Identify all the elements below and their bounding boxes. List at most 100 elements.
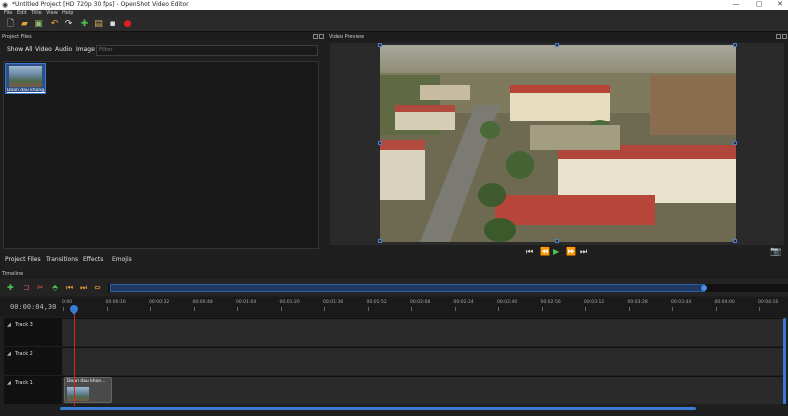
playhead-line	[74, 310, 75, 406]
track-lane[interactable]	[63, 348, 783, 375]
jump-end-icon[interactable]: ⏭	[580, 247, 587, 257]
ruler-tick-mark	[63, 307, 64, 311]
close-button[interactable]: ✕	[772, 0, 788, 10]
resize-handle[interactable]	[733, 43, 737, 47]
tab-video[interactable]: Video	[35, 46, 52, 54]
previous-marker-icon[interactable]: ⏮	[66, 283, 73, 293]
ruler-tick-mark	[498, 307, 499, 311]
menu-edit[interactable]: Edit	[17, 10, 27, 17]
zoom-slider-handle[interactable]	[701, 285, 707, 291]
project-file-item[interactable]: Doan dau khong...	[5, 63, 46, 94]
track-header[interactable]: ◢ Track 3	[4, 319, 62, 346]
ruler-tick-label: 00:02:24	[453, 300, 474, 305]
add-marker-icon[interactable]: ⬘	[52, 283, 58, 293]
track-menu-icon[interactable]: ◢	[7, 351, 11, 357]
add-track-icon[interactable]: ✚	[7, 283, 14, 293]
timeline-dock-title: Timeline	[0, 270, 788, 278]
ruler-tick-mark	[280, 307, 282, 311]
center-timeline-icon[interactable]: ⇔	[94, 283, 101, 293]
preview-close-icon[interactable]	[782, 34, 787, 39]
window-title: *Untitled Project [HD 720p 30 fps] - Ope…	[12, 1, 189, 8]
save-project-icon[interactable]: ▣	[33, 19, 44, 30]
track-name: Track 2	[15, 351, 33, 357]
menu-title[interactable]: Title	[31, 10, 42, 17]
track-name: Track 3	[15, 322, 33, 328]
undo-icon[interactable]: ↶	[49, 19, 60, 30]
dock-close-icon[interactable]	[319, 34, 324, 39]
camera-icon[interactable]: 📷	[770, 247, 781, 257]
import-files-icon[interactable]: ✚	[79, 19, 90, 30]
track-header[interactable]: ◢ Track 1	[4, 377, 62, 404]
ruler-tick-mark	[454, 307, 456, 311]
preview-float-icon[interactable]	[776, 34, 781, 39]
ruler-tick-label: 00:03:28	[627, 300, 648, 305]
track-row: ◢ Track 3	[4, 318, 784, 346]
jump-start-icon[interactable]: ⏮	[526, 247, 533, 257]
ruler-tick-mark	[367, 307, 369, 311]
track-header[interactable]: ◢ Track 2	[4, 348, 62, 375]
timecode-display: 00:00:04,30	[10, 303, 57, 311]
resize-handle[interactable]	[378, 239, 382, 243]
ruler-tick-mark	[715, 307, 717, 311]
track-lane[interactable]	[63, 377, 783, 404]
open-project-icon[interactable]: ▰	[19, 19, 30, 30]
zoom-slider-range[interactable]	[110, 284, 705, 292]
resize-handle[interactable]	[378, 141, 382, 145]
rewind-icon[interactable]: ⏪	[540, 247, 550, 257]
tab-project-files[interactable]: Project Files	[5, 256, 41, 264]
ruler-tick-label: 00:02:08	[410, 300, 431, 305]
tab-show-all[interactable]: Show All	[7, 46, 33, 54]
resize-handle[interactable]	[555, 43, 559, 47]
new-project-icon[interactable]: 🗋	[5, 19, 16, 30]
main-toolbar: 🗋 ▰ ▣ ↶ ↷ ✚ ▤ ▪ ●	[0, 17, 788, 32]
timeline-clip[interactable]: Doan dau khon...	[64, 377, 112, 403]
video-preview-dock-title: Video Preview	[327, 33, 788, 41]
resize-handle[interactable]	[733, 239, 737, 243]
redo-icon[interactable]: ↷	[63, 19, 74, 30]
track-menu-icon[interactable]: ◢	[7, 322, 11, 328]
project-files-dock-title: Project Files	[0, 33, 326, 41]
menu-help[interactable]: Help	[62, 10, 73, 17]
ruler-tick-mark	[106, 307, 108, 311]
next-marker-icon[interactable]: ⏭	[80, 283, 87, 293]
video-frame[interactable]	[380, 45, 736, 242]
export-video-icon[interactable]: ●	[122, 19, 133, 30]
razor-icon[interactable]: ✂	[37, 283, 44, 293]
menu-file[interactable]: File	[4, 10, 12, 17]
ruler-tick-mark	[150, 307, 151, 311]
ruler-tick-label: 00:01:04	[236, 300, 257, 305]
file-name: Doan dau khong...	[7, 88, 45, 93]
tab-effects[interactable]: Effects	[83, 256, 103, 264]
resize-handle[interactable]	[378, 43, 382, 47]
tab-audio[interactable]: Audio	[55, 46, 72, 54]
resize-handle[interactable]	[733, 141, 737, 145]
track-menu-icon[interactable]: ◢	[7, 380, 11, 386]
ruler-tick-mark	[759, 307, 760, 311]
tab-image[interactable]: Image	[76, 46, 95, 54]
ruler-tick-mark	[541, 307, 543, 311]
track-row: ◢ Track 1	[4, 376, 784, 404]
horizontal-scrollbar[interactable]	[60, 407, 696, 410]
snapping-icon[interactable]: ⊐	[23, 283, 30, 293]
profile-icon[interactable]: ▤	[93, 19, 104, 30]
filter-input[interactable]: Filter	[96, 45, 318, 56]
dock-float-icon[interactable]	[313, 34, 318, 39]
menu-view[interactable]: View	[46, 10, 58, 17]
track-lane[interactable]	[63, 319, 783, 346]
vertical-scrollbar[interactable]	[783, 318, 786, 404]
ruler-tick-label: 00:04:00	[714, 300, 735, 305]
minimize-button[interactable]: —	[728, 0, 744, 10]
maximize-button[interactable]: ▢	[751, 0, 767, 10]
fullscreen-icon[interactable]: ▪	[107, 19, 118, 30]
clip-thumbnail	[67, 387, 89, 401]
fast-forward-icon[interactable]: ⏩	[566, 247, 576, 257]
resize-handle[interactable]	[555, 239, 559, 243]
ruler-tick-label: 00:03:44	[671, 300, 692, 305]
tab-emojis[interactable]: Emojis	[112, 256, 132, 264]
tab-transitions[interactable]: Transitions	[46, 256, 78, 264]
play-icon[interactable]: ▶	[553, 247, 559, 257]
ruler-tick-label: 00:04:16	[758, 300, 779, 305]
ruler-tick-label: 00:01:52	[366, 300, 387, 305]
ruler-tick-mark	[411, 307, 412, 311]
ruler-tick-label: 00:00:48	[192, 300, 213, 305]
